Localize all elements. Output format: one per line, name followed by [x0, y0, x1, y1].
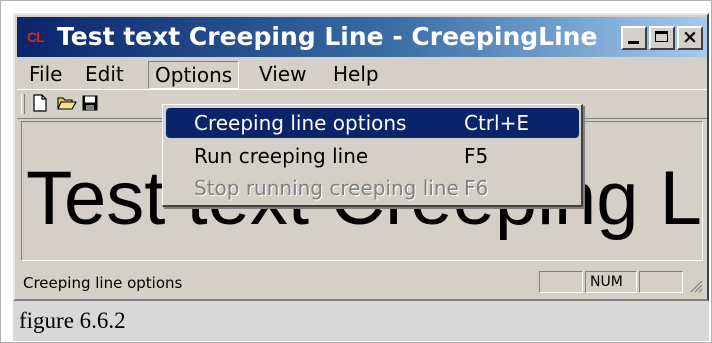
new-document-icon[interactable] [31, 94, 49, 112]
menu-item-label: Creeping line options [194, 111, 407, 135]
menu-options[interactable]: Options [148, 61, 240, 89]
maximize-button[interactable] [649, 26, 675, 50]
status-pane-num: NUM [585, 271, 637, 293]
menu-item-label: Stop running creeping line [194, 176, 459, 200]
window-title: Test text Creeping Line - CreepingLine [57, 22, 598, 51]
status-bar: Creeping line options NUM [17, 267, 707, 299]
menu-item-shortcut: Ctrl+E [464, 111, 529, 135]
menu-item-creeping-line-options[interactable]: Creeping line options Ctrl+E [166, 108, 579, 138]
menu-help[interactable]: Help [327, 62, 385, 86]
menu-item-run-creeping-line[interactable]: Run creeping line F5 [166, 141, 579, 171]
close-button[interactable]: × [677, 26, 703, 50]
app-logo-icon: CL [27, 29, 45, 45]
menu-item-label: Run creeping line [194, 144, 369, 168]
status-pane-scroll [639, 271, 683, 293]
figure-caption: figure 6.6.2 [19, 308, 126, 333]
resize-grip-icon[interactable] [687, 277, 703, 293]
menu-edit[interactable]: Edit [79, 62, 130, 86]
menu-file[interactable]: File [23, 62, 68, 86]
close-icon: × [682, 26, 698, 48]
menu-bar: File Edit Options View Help [17, 59, 707, 89]
toolbar-grip[interactable] [21, 94, 25, 114]
app-window: CL Test text Creeping Line - CreepingLin… [13, 13, 709, 301]
menu-item-stop-creeping-line: Stop running creeping line F6 [166, 173, 579, 203]
figure-frame: CL Test text Creeping Line - CreepingLin… [0, 0, 712, 343]
status-message: Creeping line options [23, 274, 183, 292]
minimize-button[interactable] [621, 26, 647, 50]
figure-caption-bar: figure 6.6.2 [13, 301, 709, 341]
status-pane-caps [539, 271, 583, 293]
menu-item-shortcut: F5 [464, 144, 489, 168]
menu-view[interactable]: View [253, 62, 312, 86]
menu-item-shortcut: F6 [464, 176, 489, 200]
save-disk-icon[interactable] [81, 94, 99, 112]
options-dropdown-menu: Creeping line options Ctrl+E Run creepin… [162, 104, 583, 207]
title-bar[interactable]: CL Test text Creeping Line - CreepingLin… [17, 17, 707, 57]
open-folder-icon[interactable] [57, 94, 77, 112]
